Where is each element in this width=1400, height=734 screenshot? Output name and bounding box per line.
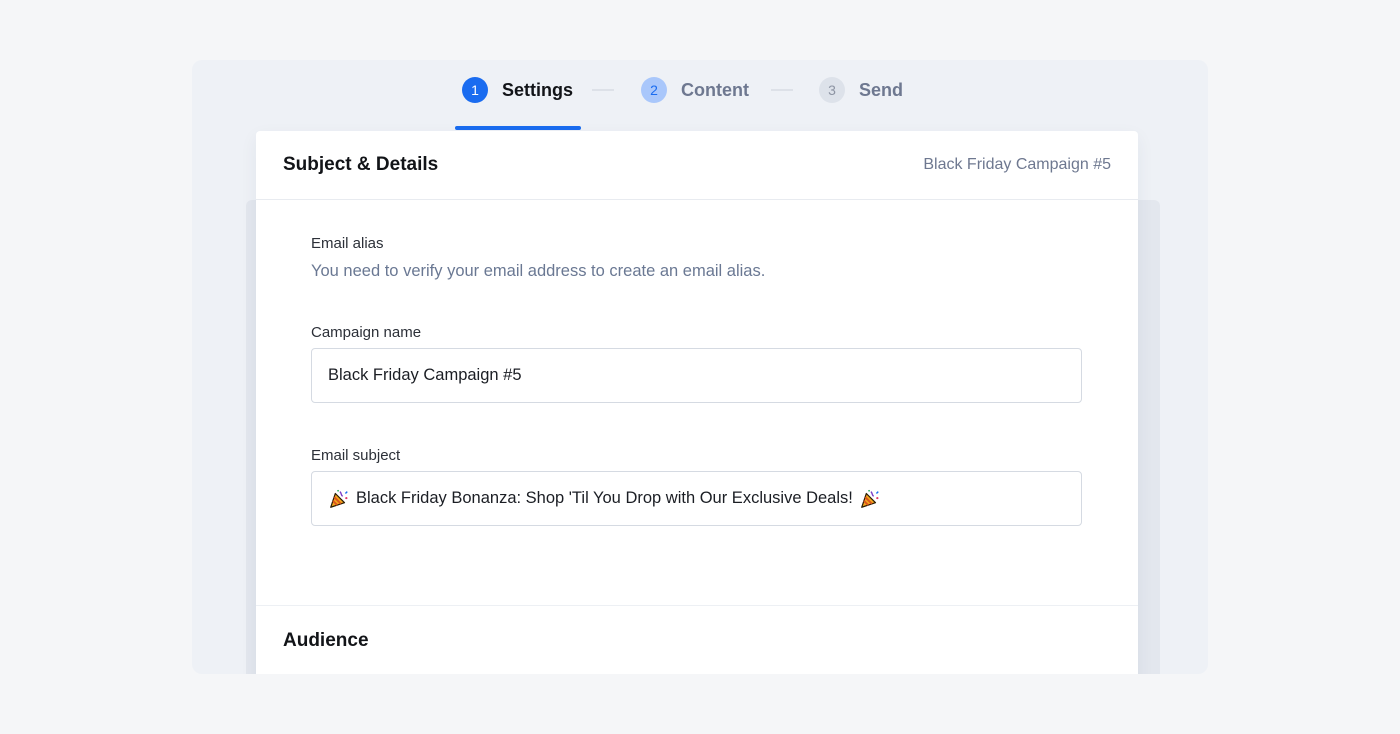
email-subject-value: Black Friday Bonanza: Shop 'Til You Drop… <box>356 489 853 507</box>
email-subject-label: Email subject <box>311 447 401 464</box>
step-label-send: Send <box>859 79 904 100</box>
campaign-name-input[interactable]: Black Friday Campaign #5 <box>311 348 1082 403</box>
step-number-1: 1 <box>462 77 488 103</box>
step-separator <box>592 89 614 91</box>
audience-section-title: Audience <box>283 630 369 651</box>
step-settings[interactable]: 1 Settings <box>462 77 573 103</box>
step-send[interactable]: 3 Send <box>819 77 903 103</box>
step-number-3: 3 <box>819 77 845 103</box>
step-separator <box>771 89 793 91</box>
campaign-name-value: Black Friday Campaign #5 <box>328 366 522 384</box>
email-alias-label: Email alias <box>311 235 384 252</box>
step-number-2: 2 <box>641 77 667 103</box>
email-subject-input[interactable]: Black Friday Bonanza: Shop 'Til You Drop… <box>311 471 1082 526</box>
campaign-label: Black Friday Campaign #5 <box>923 156 1111 173</box>
subject-details-card: Subject & Details Black Friday Campaign … <box>256 131 1138 674</box>
step-label-content: Content <box>681 79 749 100</box>
campaign-name-label: Campaign name <box>311 324 422 341</box>
section-title: Subject & Details <box>283 154 439 175</box>
stepper: 1 Settings 2 Content 3 Send <box>192 60 1208 130</box>
email-alias-note: You need to verify your email address to… <box>311 262 766 280</box>
card-header: Subject & Details Black Friday Campaign … <box>256 131 1138 200</box>
active-step-indicator <box>455 126 581 130</box>
card-body: Email alias You need to verify your emai… <box>256 200 1138 606</box>
step-label-settings: Settings <box>502 79 574 100</box>
party-popper-icon <box>861 489 879 508</box>
party-popper-icon <box>330 489 348 508</box>
step-content[interactable]: 2 Content <box>641 77 749 103</box>
wizard-frame: 1 Settings 2 Content 3 Send Subject & De… <box>192 60 1208 674</box>
